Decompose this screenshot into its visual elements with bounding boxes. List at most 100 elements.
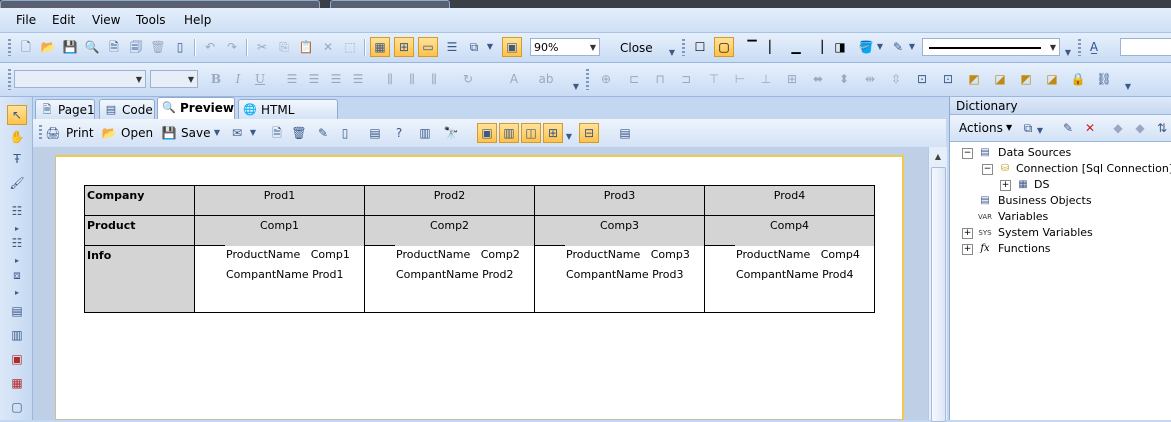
- single-page-icon[interactable]: ▣: [477, 123, 497, 143]
- toolbar-overflow-icon[interactable]: ▼: [572, 79, 580, 95]
- align-to-grid-icon[interactable]: ⊕: [598, 71, 614, 87]
- close-button[interactable]: Close: [620, 40, 653, 56]
- chevron-down-icon[interactable]: ▼: [876, 39, 884, 55]
- text-component-icon[interactable]: ▤: [9, 303, 25, 319]
- continuous-icon[interactable]: ▥: [499, 123, 519, 143]
- line-style-combo[interactable]: ▼: [922, 38, 1060, 56]
- tab-html-preview[interactable]: 🌐 HTML Preview: [238, 99, 338, 137]
- delete-icon[interactable]: ✕: [1082, 120, 1098, 136]
- delete-icon[interactable]: ✕: [320, 39, 336, 55]
- valign-bottom-icon[interactable]: ⫼: [426, 71, 442, 87]
- show-headers-icon[interactable]: ▭: [418, 37, 438, 57]
- scroll-up-icon[interactable]: ▲: [930, 149, 946, 165]
- tree-item-connection[interactable]: − ⛁ Connection [Sql Connection]: [982, 162, 1171, 176]
- toolbar-grip[interactable]: [682, 39, 685, 56]
- page-setup-icon[interactable]: ▯: [172, 39, 188, 55]
- format-painter-icon[interactable]: 🖌: [9, 175, 25, 191]
- toolbar-overflow-icon[interactable]: ▼: [1124, 79, 1132, 95]
- font-size-combo[interactable]: ▼: [150, 70, 198, 88]
- open-folder-icon[interactable]: 📂: [40, 39, 56, 55]
- font-color-icon[interactable]: A: [506, 71, 522, 87]
- layout-icon[interactable]: ⧉: [466, 39, 482, 55]
- show-grid-icon[interactable]: ▦: [370, 37, 390, 57]
- link-icon[interactable]: ⛓: [1096, 71, 1112, 87]
- shape-component-icon[interactable]: ▢: [9, 399, 25, 415]
- bookmarks-icon[interactable]: ▤: [367, 125, 383, 141]
- chevron-down-icon[interactable]: ▼: [213, 125, 221, 141]
- align-tops-icon[interactable]: ⊤: [706, 71, 722, 87]
- print-button[interactable]: Print: [66, 126, 94, 140]
- page-setup-icon[interactable]: ▯: [337, 125, 353, 141]
- send-email-icon[interactable]: ✉: [229, 125, 245, 141]
- tree-item-variables[interactable]: VAR Variables: [962, 210, 1162, 224]
- redo-icon[interactable]: ↷: [224, 39, 240, 55]
- menu-help[interactable]: Help: [184, 13, 211, 27]
- new-form-icon[interactable]: 🗐: [128, 39, 144, 55]
- border-right-icon[interactable]: ▕: [810, 39, 826, 55]
- border-all-icon[interactable]: ☐: [692, 39, 708, 55]
- zoom-page-icon[interactable]: ▣: [502, 37, 522, 57]
- italic-icon[interactable]: I: [230, 71, 246, 87]
- bold-icon[interactable]: B: [208, 71, 224, 87]
- menu-edit[interactable]: Edit: [52, 13, 75, 27]
- new-page-icon[interactable]: 🗎: [269, 125, 285, 141]
- panel-component-icon[interactable]: ▥: [9, 327, 25, 343]
- collapse-icon[interactable]: −: [982, 164, 993, 175]
- move-backward-icon[interactable]: ◪: [1044, 71, 1060, 87]
- move-forward-icon[interactable]: ◩: [1018, 71, 1034, 87]
- expand-icon[interactable]: +: [1000, 180, 1011, 191]
- new-icon[interactable]: 🗋: [18, 39, 34, 55]
- style-icon[interactable]: A̲: [1086, 39, 1102, 55]
- open-folder-icon[interactable]: 📂: [101, 125, 117, 141]
- align-to-grid-icon[interactable]: ⊞: [394, 37, 414, 57]
- vertical-scrollbar[interactable]: ▲: [928, 147, 947, 422]
- edit-icon[interactable]: ✎: [315, 125, 331, 141]
- tab-page1[interactable]: 🗎 Page1: [35, 99, 95, 119]
- bring-to-front-icon[interactable]: ◩: [966, 71, 982, 87]
- text-editor-icon[interactable]: Ŧ: [9, 151, 25, 167]
- valign-top-icon[interactable]: ⫼: [382, 71, 398, 87]
- cut-icon[interactable]: ✂: [254, 39, 270, 55]
- center-vertically-icon[interactable]: ⊡: [940, 71, 956, 87]
- tab-code[interactable]: ▤ Code: [99, 99, 155, 119]
- collapse-icon[interactable]: −: [962, 148, 973, 159]
- fill-color-icon[interactable]: 🪣: [858, 39, 874, 55]
- border-top-icon[interactable]: ▔: [744, 39, 760, 55]
- multiple-pages-icon[interactable]: ⊞: [543, 123, 563, 143]
- thumbnails-icon[interactable]: ▥: [417, 125, 433, 141]
- space-horizontal-icon[interactable]: ⇹: [862, 71, 878, 87]
- order-icon[interactable]: ☰: [444, 39, 460, 55]
- new-item-icon[interactable]: ⧉: [1020, 120, 1036, 136]
- toolbar-grip[interactable]: [586, 69, 589, 90]
- toolbar-overflow-icon[interactable]: ▼: [1064, 45, 1072, 61]
- edit-icon[interactable]: ✎: [1060, 120, 1076, 136]
- chevron-down-icon[interactable]: ▼: [249, 125, 257, 141]
- make-same-height-icon[interactable]: ⬍: [836, 71, 852, 87]
- align-left-icon[interactable]: ☰: [284, 71, 300, 87]
- tree-item-functions[interactable]: + fx Functions: [962, 242, 1162, 256]
- chevron-down-icon[interactable]: ▼: [1036, 123, 1044, 139]
- save-button[interactable]: Save: [181, 126, 210, 140]
- full-screen-icon[interactable]: ▤: [617, 125, 633, 141]
- space-vertical-icon[interactable]: ⇳: [888, 71, 904, 87]
- find-icon[interactable]: 🔭: [443, 125, 459, 141]
- chevron-right-icon[interactable]: ▸: [9, 285, 25, 301]
- tree-item-ds[interactable]: + ▦ DS: [1000, 178, 1100, 192]
- toolbar-grip[interactable]: [8, 69, 11, 90]
- tree-item-business-objects[interactable]: ▤ Business Objects: [962, 194, 1162, 208]
- center-horizontally-icon[interactable]: ⊡: [914, 71, 930, 87]
- align-bottoms-icon[interactable]: ⊥: [758, 71, 774, 87]
- tree-item-data-sources[interactable]: − ▤ Data Sources: [962, 146, 1162, 160]
- new-page-icon[interactable]: 🗎: [106, 39, 122, 55]
- fit-page-icon[interactable]: ⊟: [579, 123, 599, 143]
- border-bottom-icon[interactable]: ▁: [788, 39, 804, 55]
- actions-menu-button[interactable]: Actions: [959, 121, 1003, 135]
- expand-icon[interactable]: +: [962, 244, 973, 255]
- paste-icon[interactable]: 📋: [298, 39, 314, 55]
- lock-icon[interactable]: 🔒: [1070, 71, 1086, 87]
- align-lefts-icon[interactable]: ⊏: [626, 71, 642, 87]
- send-to-back-icon[interactable]: ◪: [992, 71, 1008, 87]
- menu-tools[interactable]: Tools: [136, 13, 166, 27]
- chevron-down-icon[interactable]: ▼: [565, 129, 573, 145]
- border-none-icon[interactable]: ▢: [714, 37, 734, 57]
